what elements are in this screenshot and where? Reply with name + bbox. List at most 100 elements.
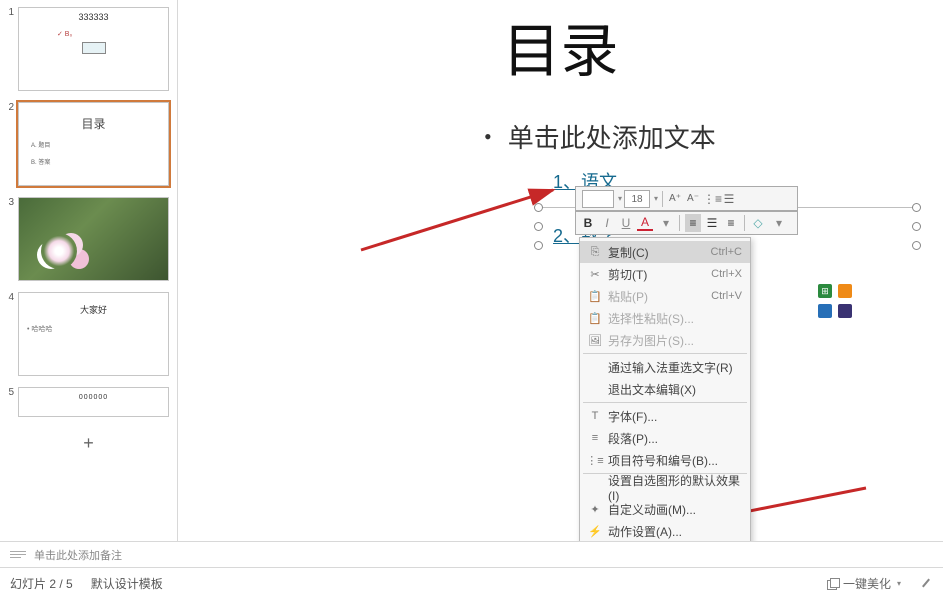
- menu-item: 🖼另存为图片(S)...: [580, 329, 750, 351]
- menu-item[interactable]: 设置自选图形的默认效果(I): [580, 476, 750, 498]
- thumb-title: 大家好: [19, 303, 168, 316]
- menu-item-label: 项目符号和编号(B)...: [604, 452, 742, 469]
- menu-item[interactable]: ✂剪切(T)Ctrl+X: [580, 263, 750, 285]
- thumb-slide-3[interactable]: [18, 197, 169, 281]
- menu-item-label: 另存为图片(S)...: [604, 332, 742, 349]
- menu-separator: [583, 402, 747, 403]
- resize-handle[interactable]: [534, 203, 543, 212]
- thumb-slide-1[interactable]: 333333 ✓ B₀: [18, 7, 169, 91]
- menu-item-icon: T: [586, 410, 604, 422]
- separator: [744, 215, 745, 231]
- font-color-button[interactable]: A: [637, 215, 653, 231]
- slide-counter: 幻灯片 2 / 5: [10, 575, 73, 592]
- menu-item-label: 字体(F)...: [604, 408, 742, 425]
- menu-item-label: 复制(C): [604, 244, 711, 261]
- table-icon[interactable]: ⊞: [818, 284, 832, 298]
- slide-panel[interactable]: 1 333333 ✓ B₀ 2 目录 A. 题目 B. 答案 3 4 大家: [0, 0, 178, 541]
- menu-separator: [583, 353, 747, 354]
- menu-item-shortcut: Ctrl+X: [711, 268, 742, 280]
- decrease-font-icon[interactable]: A⁻: [685, 193, 701, 204]
- thumb-number: 3: [4, 197, 18, 281]
- chevron-down-icon[interactable]: ▾: [618, 194, 622, 203]
- font-family-dropdown[interactable]: [582, 190, 614, 208]
- slide-title[interactable]: 目录: [502, 4, 618, 88]
- menu-item-label: 选择性粘贴(S)...: [604, 310, 742, 327]
- resize-handle[interactable]: [534, 241, 543, 250]
- chevron-down-icon[interactable]: ▾: [658, 216, 674, 230]
- menu-item[interactable]: 通过输入法重选文字(R): [580, 356, 750, 378]
- thumb-title: 000000: [19, 394, 168, 401]
- underline-button[interactable]: U: [618, 216, 634, 230]
- menu-item-shortcut: Ctrl+V: [711, 290, 742, 302]
- thumb-slide-5[interactable]: 000000: [18, 387, 169, 417]
- thumb-row: A. 题目: [31, 140, 168, 149]
- menu-item-icon: ≡: [586, 432, 604, 444]
- align-right-button[interactable]: ≡: [723, 216, 739, 230]
- align-left-button[interactable]: ≡: [685, 214, 701, 232]
- bullet-list-icon[interactable]: ☰: [721, 192, 737, 206]
- menu-item-icon: 🖼: [586, 334, 604, 347]
- beautify-label: 一键美化: [843, 575, 891, 592]
- cube-icon: [827, 578, 839, 590]
- status-bar: 幻灯片 2 / 5 默认设计模板 一键美化 ▾: [0, 567, 943, 599]
- context-menu[interactable]: ⎘复制(C)Ctrl+C✂剪切(T)Ctrl+X📋粘贴(P)Ctrl+V📋选择性…: [579, 237, 751, 541]
- picture-icon[interactable]: [818, 304, 832, 318]
- align-center-button[interactable]: ☰: [704, 216, 720, 230]
- thumb-image: [19, 198, 168, 280]
- menu-item-label: 自定义动画(M)...: [604, 501, 742, 518]
- bold-button[interactable]: B: [580, 216, 596, 230]
- menu-item-label: 退出文本编辑(X): [604, 381, 742, 398]
- menu-item[interactable]: ⚡动作设置(A)...: [580, 520, 750, 541]
- thumb-number: 1: [4, 7, 18, 91]
- chevron-down-icon[interactable]: ▾: [654, 194, 658, 203]
- thumb-title: 目录: [19, 115, 168, 132]
- resize-handle[interactable]: [912, 222, 921, 231]
- menu-item-icon: ⚡: [586, 525, 604, 538]
- resize-handle[interactable]: [912, 203, 921, 212]
- shape-button[interactable]: ◇: [750, 216, 766, 230]
- menu-item: 📋选择性粘贴(S)...: [580, 307, 750, 329]
- media-icon[interactable]: [838, 304, 852, 318]
- menu-item-label: 通过输入法重选文字(R): [604, 359, 742, 376]
- menu-item[interactable]: ⋮≡项目符号和编号(B)...: [580, 449, 750, 471]
- increase-font-icon[interactable]: A⁺: [667, 193, 683, 204]
- font-size-dropdown[interactable]: 18: [624, 190, 650, 208]
- menu-item[interactable]: ⎘复制(C)Ctrl+C: [580, 241, 750, 263]
- thumb-row: B. 答案: [31, 157, 168, 166]
- menu-item-label: 动作设置(A)...: [604, 523, 742, 540]
- resize-handle[interactable]: [912, 241, 921, 250]
- pen-icon[interactable]: [919, 576, 933, 592]
- format-toolbar[interactable]: B I U A ▾ ≡ ☰ ≡ ◇ ▾: [575, 211, 798, 235]
- thumb-slide-4[interactable]: 大家好 • 哈哈哈: [18, 292, 169, 376]
- menu-item[interactable]: T字体(F)...: [580, 405, 750, 427]
- thumb-title: 333333: [19, 12, 168, 22]
- slide-stage[interactable]: 目录 单击此处添加文本 1、语文 2、数学 ▾ 18 ▾ A⁺ A⁻ ⋮≡ ☰: [178, 0, 943, 541]
- numbered-list-icon[interactable]: ⋮≡: [703, 192, 719, 206]
- thumb-number: 5: [4, 387, 18, 417]
- italic-button[interactable]: I: [599, 216, 615, 230]
- menu-item-label: 剪切(T): [604, 266, 711, 283]
- menu-item[interactable]: 退出文本编辑(X): [580, 378, 750, 400]
- thumb-slide-2[interactable]: 目录 A. 题目 B. 答案: [18, 102, 169, 186]
- thumb-number: 4: [4, 292, 18, 376]
- menu-item-shortcut: Ctrl+C: [711, 246, 742, 258]
- menu-item-icon: 📋: [586, 312, 604, 325]
- template-name: 默认设计模板: [91, 575, 163, 592]
- menu-item-icon: ⎘: [586, 246, 604, 259]
- mini-toolbar[interactable]: ▾ 18 ▾ A⁺ A⁻ ⋮≡ ☰: [575, 186, 798, 211]
- menu-item-icon: ✂: [586, 268, 604, 281]
- resize-handle[interactable]: [534, 222, 543, 231]
- thumb-rect: [82, 42, 106, 54]
- menu-item[interactable]: ≡段落(P)...: [580, 427, 750, 449]
- add-slide-button[interactable]: +: [15, 431, 162, 455]
- insert-icons: ⊞: [818, 284, 858, 318]
- bullet-placeholder[interactable]: 单击此处添加文本: [484, 118, 716, 155]
- menu-item-icon: 📋: [586, 290, 604, 303]
- menu-item-icon: ✦: [586, 503, 604, 516]
- menu-item[interactable]: ✦自定义动画(M)...: [580, 498, 750, 520]
- beautify-button[interactable]: 一键美化 ▾: [827, 575, 901, 592]
- chevron-down-icon[interactable]: ▾: [771, 216, 787, 230]
- notes-placeholder[interactable]: 单击此处添加备注: [34, 547, 122, 563]
- notes-bar[interactable]: 单击此处添加备注: [0, 541, 943, 567]
- chart-icon[interactable]: [838, 284, 852, 298]
